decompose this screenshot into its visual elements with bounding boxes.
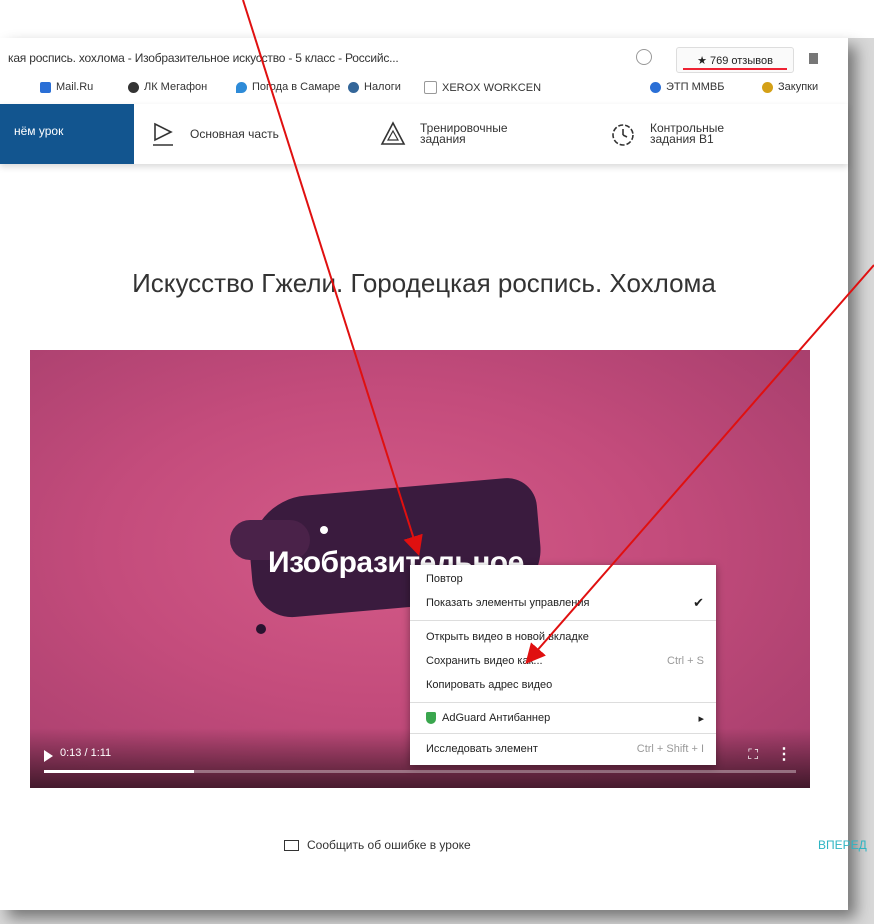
mmvb-icon [650,81,661,93]
nav-tab-training[interactable]: Тренировочные задания [380,104,508,164]
bookmarks-bar: Mail.Ru ЛК Мегафон Погода в Самаре Налог… [0,76,848,102]
menu-item-open-new-tab[interactable]: Открыть видео в новой вкладке [426,627,704,647]
menu-item-label: AdGuard Антибаннер [442,712,551,724]
bookmark-megafon[interactable]: ЛК Мегафон [128,81,207,93]
fullscreen-icon[interactable]: ⛶ [748,746,758,763]
video-progress-fill [44,770,195,773]
submenu-arrow-icon: ▸ [698,712,704,725]
nav-tab-lesson-start[interactable]: нём урок [0,104,134,164]
play-outline-icon [150,121,176,147]
bookmark-label: Mail.Ru [56,81,94,93]
lesson-nav: нём урок Основная часть Тренировочные за… [0,104,848,164]
menu-item-shortcut: Ctrl + S [667,655,704,667]
menu-item-label: Открыть видео в новой вкладке [426,631,589,643]
reviews-badge[interactable]: ★ 769 отзывов [676,47,794,73]
envelope-icon [284,839,299,851]
forward-button[interactable]: ВПЕРЕД [818,838,867,852]
menu-item-label: Копировать адрес видео [426,679,553,691]
screenshot-top-margin [0,0,874,38]
browser-title-bar: кая роспись. хохлома - Изобразительное и… [0,42,848,76]
bookmark-label: ЛК Мегафон [144,81,208,93]
weather-drop-icon [236,81,247,93]
zakupki-icon [762,81,773,93]
nav-tab-label: Контрольные задания B1 [650,121,725,146]
more-options-icon[interactable]: ⋮ [776,744,792,764]
paint-speck [320,526,328,534]
bookmark-label: Погода в Самаре [252,81,341,93]
bookmark-icon[interactable] [809,53,818,64]
menu-item-shortcut: Ctrl + Shift + I [636,743,704,755]
reviews-underline [683,68,787,70]
timer-icon [610,121,636,147]
adguard-shield-icon [426,712,436,724]
menu-separator [410,733,716,734]
bookmark-taxes[interactable]: Налоги [348,81,401,93]
menu-item-loop[interactable]: Повтор [426,569,704,589]
mailru-icon [40,81,51,93]
search-icon[interactable] [636,49,652,65]
bookmark-weather[interactable]: Погода в Самаре [236,81,340,93]
nav-tab-main-part[interactable]: Основная часть [150,104,279,164]
play-icon[interactable] [44,750,53,762]
bookmark-xerox[interactable]: XEROX WORKCEN [424,81,541,94]
video-progress-bar[interactable] [44,770,796,773]
triangle-icon [380,121,406,147]
lesson-title: Искусство Гжели. Городецкая роспись. Хох… [132,268,716,298]
video-context-menu: Повтор Показать элементы управления ✔ Отк… [410,565,716,765]
nav-tab-label: Тренировочные задания [420,121,508,146]
menu-separator [410,620,716,621]
menu-item-label: Сохранить видео как... [426,655,543,667]
video-time: 0:13 / 1:11 [60,747,112,759]
bookmark-label: Закупки [778,81,819,93]
nav-tab-label: Основная часть [190,127,279,141]
menu-item-adguard[interactable]: AdGuard Антибаннер ▸ [426,708,704,728]
menu-separator [410,702,716,703]
menu-item-save-video[interactable]: Сохранить видео как... Ctrl + S [426,651,704,671]
menu-item-label: Показать элементы управления [426,597,590,609]
report-error-link[interactable]: Сообщить об ошибке в уроке [284,838,471,852]
megafon-icon [128,81,139,93]
bookmark-label: XEROX WORKCEN [442,81,542,94]
bookmark-label: Налоги [364,81,401,93]
bookmark-mmvb[interactable]: ЭТП ММВБ [650,81,724,93]
taxes-icon [348,81,359,93]
bookmark-label: ЭТП ММВБ [666,81,725,93]
report-error-label: Сообщить об ошибке в уроке [307,838,471,852]
menu-item-show-controls[interactable]: Показать элементы управления ✔ [426,593,704,613]
checkmark-icon: ✔ [693,595,704,610]
menu-item-label: Исследовать элемент [426,743,538,755]
menu-item-copy-address[interactable]: Копировать адрес видео [426,675,704,695]
nav-tab-control[interactable]: Контрольные задания B1 [610,104,740,164]
menu-item-inspect[interactable]: Исследовать элемент Ctrl + Shift + I [426,739,704,759]
bookmark-mailru[interactable]: Mail.Ru [40,81,93,93]
paint-speck [256,624,266,634]
reviews-label: ★ 769 отзывов [697,54,773,67]
tab-title[interactable]: кая роспись. хохлома - Изобразительное и… [8,51,399,65]
menu-item-label: Повтор [426,573,463,585]
bookmark-zakupki[interactable]: Закупки [762,81,818,93]
page-icon [424,81,437,94]
nav-tab-label: нём урок [14,124,64,138]
